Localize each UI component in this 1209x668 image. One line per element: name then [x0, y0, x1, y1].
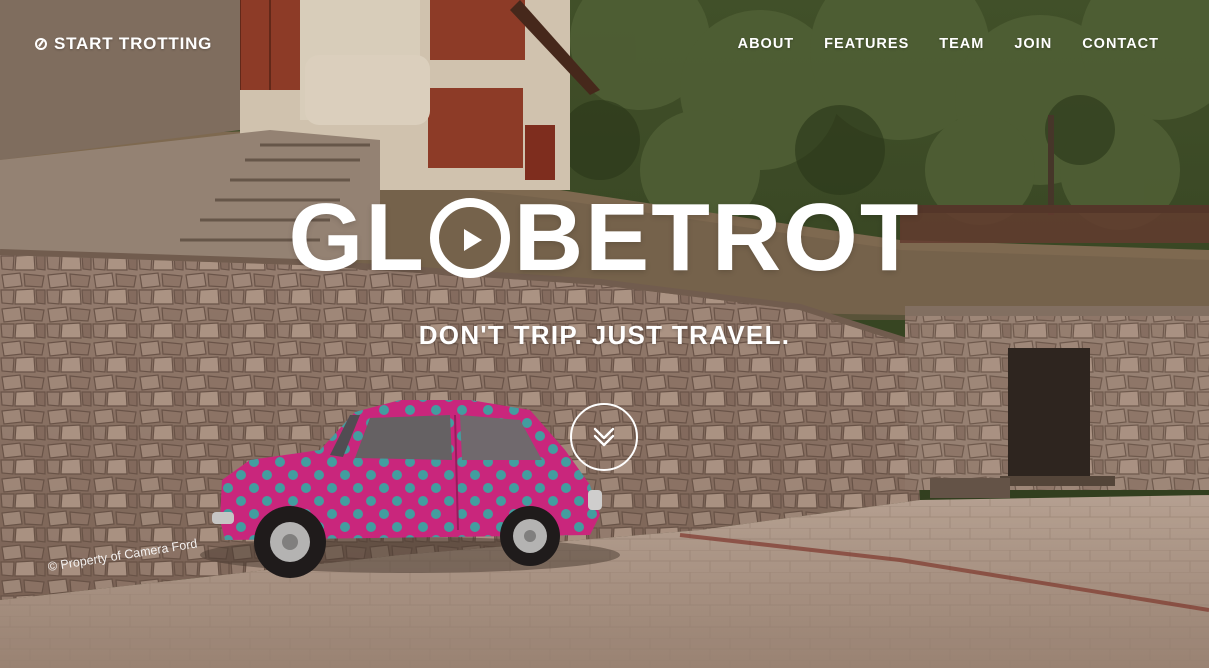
- logo-text-start: GL: [288, 184, 426, 291]
- nav-item-features[interactable]: FEATURES: [824, 36, 909, 52]
- logo-text-end: BETROT: [513, 184, 921, 291]
- nav-item-contact[interactable]: CONTACT: [1082, 36, 1159, 52]
- hero-tagline: DON'T TRIP. JUST TRAVEL.: [418, 320, 791, 350]
- double-chevron-down-icon: [593, 427, 615, 447]
- hero-logo: GL BETROT: [0, 188, 1209, 288]
- nav-menu: ABOUT FEATURES TEAM JOIN CONTACT: [738, 36, 1159, 52]
- play-icon: [429, 198, 510, 278]
- nav-item-join[interactable]: JOIN: [1014, 36, 1052, 52]
- brand-label: START TROTTING: [54, 34, 213, 53]
- top-navbar: START TROTTING ABOUT FEATURES TEAM JOIN …: [0, 0, 1209, 90]
- hero-section: START TROTTING ABOUT FEATURES TEAM JOIN …: [0, 0, 1209, 668]
- nav-item-team[interactable]: TEAM: [939, 36, 984, 52]
- scroll-down-button[interactable]: [570, 403, 638, 471]
- brand-link[interactable]: START TROTTING: [35, 34, 212, 54]
- nav-item-about[interactable]: ABOUT: [738, 36, 795, 52]
- compass-icon: [35, 38, 47, 50]
